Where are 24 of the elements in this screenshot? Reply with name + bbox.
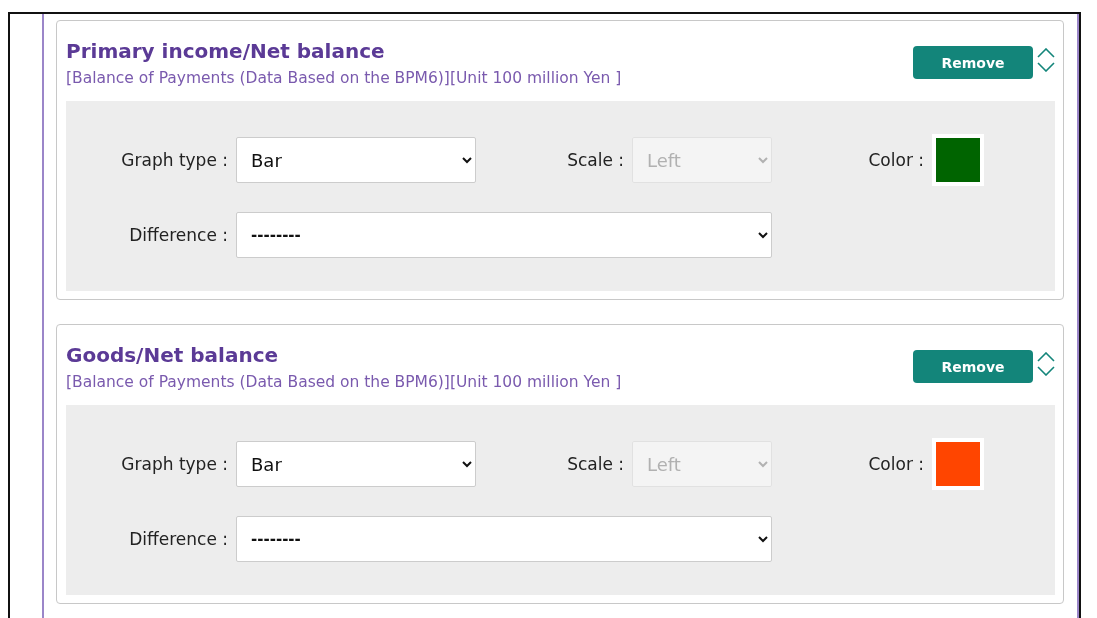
remove-button[interactable]: Remove — [913, 46, 1033, 79]
chevron-down-icon[interactable] — [1037, 366, 1055, 376]
color-swatch[interactable] — [932, 134, 984, 186]
graph-type-select[interactable]: Bar — [236, 441, 476, 487]
difference-select[interactable]: -------- — [236, 516, 772, 562]
chevron-up-icon[interactable] — [1037, 352, 1055, 362]
field-label: Scale : — [566, 150, 625, 170]
series-title: Goods/Net balance — [66, 343, 280, 367]
field-label: Difference : — [128, 225, 229, 245]
difference-select[interactable]: -------- — [236, 212, 772, 258]
field-label: Color : — [867, 454, 925, 474]
field-label: Color : — [867, 150, 925, 170]
series-subtitle: [Balance of Payments (Data Based on the BPM6)][Unit 100 million Yen ] — [66, 69, 622, 87]
chevron-up-icon[interactable] — [1037, 48, 1055, 58]
graph-type-select[interactable]: Bar — [236, 137, 476, 183]
series-title: Primary income/Net balance — [66, 39, 386, 63]
series-subtitle: [Balance of Payments (Data Based on the BPM6)][Unit 100 million Yen ] — [66, 373, 622, 391]
chevron-down-icon[interactable] — [1037, 62, 1055, 72]
field-label: Graph type : — [120, 150, 229, 170]
field-label: Graph type : — [120, 454, 229, 474]
color-swatch[interactable] — [932, 438, 984, 490]
field-label: Difference : — [128, 529, 229, 549]
remove-button[interactable]: Remove — [913, 350, 1033, 383]
field-label: Scale : — [566, 454, 625, 474]
